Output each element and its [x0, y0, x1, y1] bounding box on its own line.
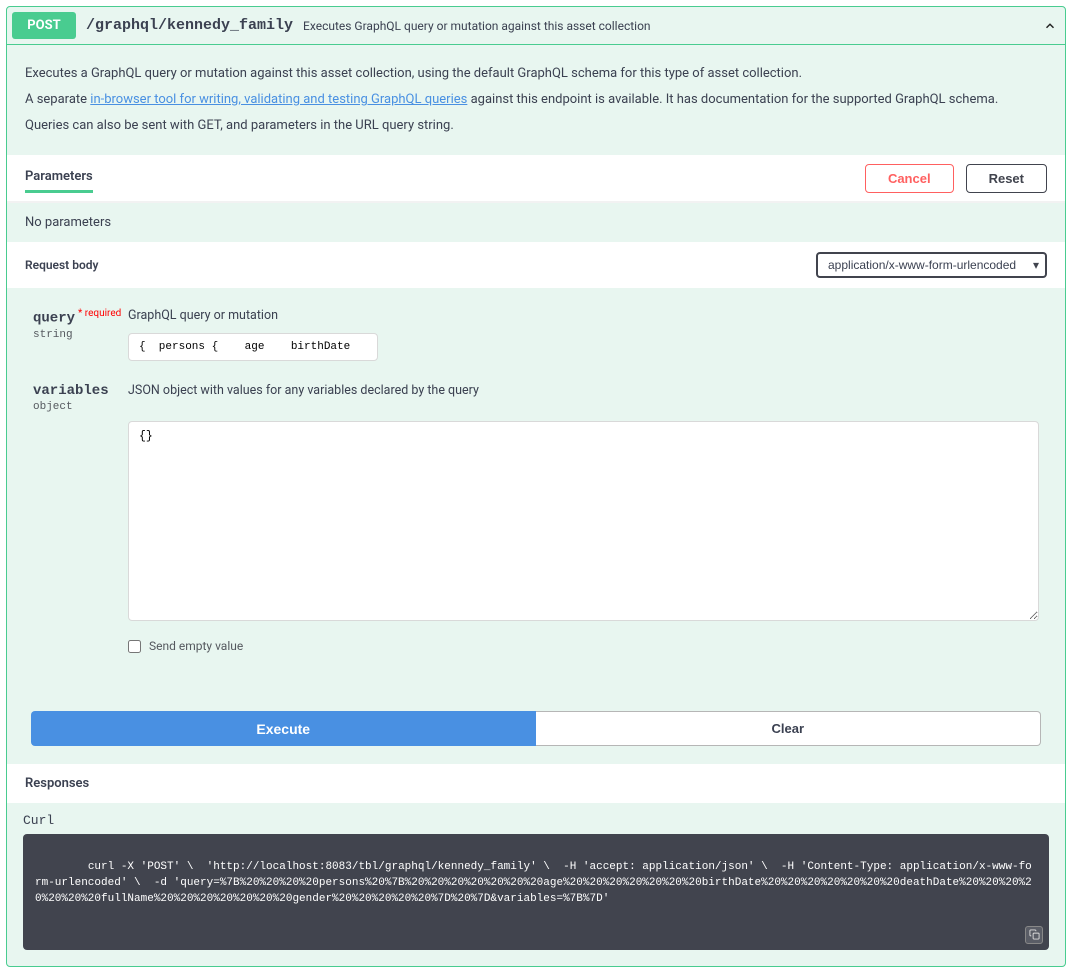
- query-input[interactable]: [128, 333, 378, 361]
- required-indicator: * required: [75, 308, 121, 319]
- curl-label: Curl: [23, 813, 1049, 828]
- send-empty-checkbox[interactable]: [128, 640, 141, 653]
- request-body-header: Request body application/x-www-form-urle…: [7, 242, 1065, 288]
- param-variables: variables object JSON object with values…: [33, 383, 1039, 653]
- param-query-type: string: [33, 329, 128, 341]
- curl-section: Curl curl -X 'POST' \ 'http://localhost:…: [7, 803, 1065, 966]
- graphql-tool-link[interactable]: in-browser tool for writing, validating …: [90, 92, 467, 107]
- request-body-title: Request body: [25, 258, 816, 272]
- variables-textarea[interactable]: {}: [128, 421, 1039, 621]
- send-empty-checkbox-row[interactable]: Send empty value: [128, 639, 1039, 653]
- endpoint-path: /graphql/kennedy_family: [76, 17, 303, 34]
- responses-header: Responses: [7, 764, 1065, 803]
- operation-description: Executes a GraphQL query or mutation aga…: [7, 45, 1065, 155]
- clear-button[interactable]: Clear: [536, 711, 1042, 746]
- operation-summary-row[interactable]: POST /graphql/kennedy_family Executes Gr…: [7, 7, 1065, 45]
- endpoint-summary: Executes GraphQL query or mutation again…: [303, 19, 1040, 33]
- description-line-2: A separate in-browser tool for writing, …: [25, 89, 1047, 111]
- no-parameters-message: No parameters: [7, 203, 1065, 242]
- param-query-desc: GraphQL query or mutation: [128, 308, 1039, 323]
- description-line-3: Queries can also be sent with GET, and p…: [25, 115, 1047, 137]
- operation-block: POST /graphql/kennedy_family Executes Gr…: [6, 6, 1066, 967]
- param-query-name: query: [33, 311, 75, 327]
- copy-curl-button[interactable]: [1025, 926, 1043, 944]
- description-line-1: Executes a GraphQL query or mutation aga…: [25, 63, 1047, 85]
- request-body-params: query* required string GraphQL query or …: [7, 288, 1065, 695]
- collapse-chevron-icon[interactable]: [1040, 16, 1060, 36]
- execute-clear-row: Execute Clear: [7, 695, 1065, 764]
- cancel-button[interactable]: Cancel: [865, 164, 954, 193]
- reset-button[interactable]: Reset: [966, 164, 1047, 193]
- content-type-select[interactable]: application/x-www-form-urlencoded: [816, 252, 1047, 278]
- parameters-header: Parameters Cancel Reset: [7, 155, 1065, 203]
- execute-button[interactable]: Execute: [31, 711, 536, 746]
- param-query: query* required string GraphQL query or …: [33, 308, 1039, 361]
- copy-icon: [1029, 929, 1040, 940]
- curl-output: curl -X 'POST' \ 'http://localhost:8083/…: [23, 834, 1049, 950]
- param-variables-desc: JSON object with values for any variable…: [128, 383, 1039, 398]
- http-method-badge: POST: [12, 12, 76, 39]
- param-variables-name: variables: [33, 383, 128, 399]
- parameters-tab[interactable]: Parameters: [25, 163, 93, 193]
- curl-text: curl -X 'POST' \ 'http://localhost:8083/…: [35, 861, 1032, 905]
- param-variables-type: object: [33, 401, 128, 413]
- send-empty-label: Send empty value: [149, 639, 243, 653]
